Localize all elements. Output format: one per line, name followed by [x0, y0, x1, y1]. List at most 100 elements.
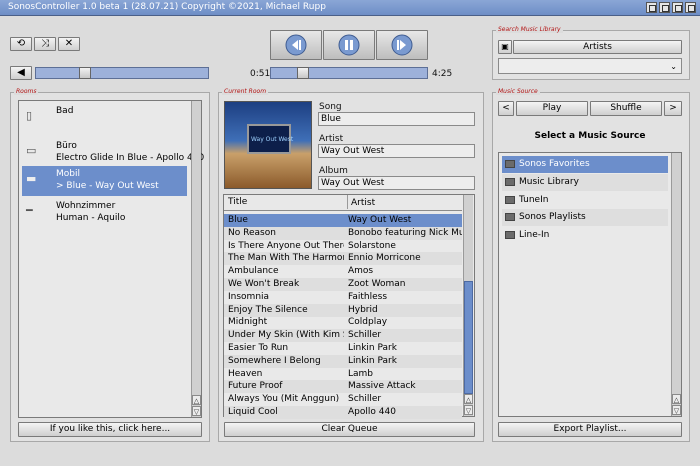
- previous-track-button[interactable]: [270, 30, 322, 60]
- source-item-label: Sonos Favorites: [519, 159, 590, 169]
- depth-icon[interactable]: [672, 2, 683, 13]
- folder-icon: [505, 231, 515, 239]
- queue-row[interactable]: The Man With The Harmonic Ennio Morricone: [224, 252, 462, 266]
- queue-row-artist: Linkin Park: [348, 343, 397, 353]
- zoom-icon[interactable]: [659, 2, 670, 13]
- queue-row[interactable]: Midnight Coldplay: [224, 316, 462, 329]
- queue-row-artist: Faithless: [348, 291, 388, 302]
- search-category-button[interactable]: Artists: [513, 40, 682, 54]
- queue-row-title: No Reason: [228, 227, 276, 238]
- clear-queue-button[interactable]: Clear Queue: [224, 422, 475, 437]
- room-item-wohnzimmer[interactable]: ━ Wohnzimmer Human - Aquilo: [22, 198, 187, 228]
- queue-row[interactable]: No Reason Bonobo featuring Nick Murp: [224, 226, 462, 240]
- source-item-label: Music Library: [519, 177, 579, 187]
- source-item-line-in[interactable]: Line-In: [502, 227, 668, 244]
- queue-table-header: Title Artist: [224, 195, 462, 211]
- room-item-buero[interactable]: ▭ Büro Electro Glide In Blue - Apollo 44…: [22, 138, 204, 168]
- queue-row[interactable]: Future Proof Massive Attack: [224, 380, 462, 394]
- queue-row[interactable]: Insomnia Faithless: [224, 291, 462, 304]
- queue-row[interactable]: Is There Anyone Out There Solarstone: [224, 240, 462, 253]
- queue-row-title: Insomnia: [228, 291, 270, 302]
- speaker-device-icon: ▬: [26, 172, 37, 185]
- scroll-down-icon[interactable]: ▽: [192, 406, 201, 416]
- track-position-slider[interactable]: [270, 67, 428, 79]
- queue-row[interactable]: Heaven Lamb: [224, 368, 462, 381]
- source-shuffle-button[interactable]: Shuffle: [590, 101, 662, 116]
- queue-row-title: Future Proof: [228, 381, 283, 392]
- source-prev-button[interactable]: <: [498, 101, 514, 116]
- scroll-down-icon[interactable]: ▽: [464, 405, 473, 415]
- queue-row[interactable]: Ambulance Amos: [224, 265, 462, 278]
- search-type-icon-button[interactable]: ▣: [498, 40, 512, 54]
- duration-time: 4:25: [432, 69, 453, 79]
- close-icon[interactable]: [685, 2, 696, 13]
- speaker-icon: ◀: [17, 67, 25, 78]
- queue-row[interactable]: Liquid Cool Apollo 440: [224, 406, 462, 419]
- folder-icon: [505, 178, 515, 186]
- repeat-icon: ⟲: [16, 38, 26, 49]
- room-name: Büro: [56, 141, 77, 151]
- queue-scroll-thumb[interactable]: [464, 281, 473, 394]
- source-item-label: Line-In: [519, 230, 550, 240]
- track-position-thumb[interactable]: [297, 67, 309, 79]
- export-playlist-button[interactable]: Export Playlist...: [498, 422, 682, 437]
- scroll-down-icon[interactable]: ▽: [672, 405, 681, 415]
- donate-button[interactable]: If you like this, click here...: [18, 422, 202, 437]
- room-now-playing: > Blue - Way Out West: [56, 181, 159, 191]
- next-track-icon: [391, 34, 413, 56]
- source-item-sonos-favorites[interactable]: Sonos Favorites: [502, 156, 668, 173]
- next-track-button[interactable]: [376, 30, 428, 60]
- queue-row-artist: Bonobo featuring Nick Murp: [348, 227, 462, 238]
- queue-row-artist: Linkin Park: [348, 355, 397, 366]
- shuffle-button[interactable]: ⤨: [34, 37, 56, 51]
- queue-row-title: Always You (Mit Anggun): [228, 394, 340, 405]
- room-name: Mobil: [56, 169, 80, 179]
- artist-column-header[interactable]: Artist: [347, 195, 375, 209]
- room-item-bad[interactable]: ▯ Bad: [22, 103, 187, 133]
- album-label: Album: [319, 166, 348, 176]
- speaker-device-icon: ▯: [26, 109, 33, 122]
- queue-row-title: We Won't Break: [228, 279, 300, 289]
- queue-row-artist: Schiller: [348, 394, 382, 405]
- queue-row[interactable]: Blue Way Out West: [224, 214, 462, 227]
- queue-row[interactable]: Enjoy The Silence Hybrid: [224, 303, 462, 317]
- pause-button[interactable]: [323, 30, 375, 60]
- volume-slider[interactable]: [35, 67, 209, 79]
- queue-row[interactable]: Under My Skin (With Kim Sa Schiller: [224, 329, 462, 343]
- source-item-tunein[interactable]: TuneIn: [502, 192, 668, 209]
- source-item-label: Sonos Playlists: [519, 212, 586, 222]
- artist-label: Artist: [319, 134, 344, 144]
- queue-row-artist: Lamb: [348, 368, 374, 379]
- rooms-panel-label: Rooms: [14, 88, 39, 95]
- source-item-music-library[interactable]: Music Library: [502, 174, 668, 191]
- album-art-screen: Way Out West: [247, 124, 293, 154]
- iconify-icon[interactable]: [646, 2, 657, 13]
- queue-row[interactable]: Somewhere I Belong Linkin Park: [224, 354, 462, 368]
- repeat-button[interactable]: ⟲: [10, 37, 32, 51]
- queue-row-title: The Man With The Harmonic: [228, 253, 344, 264]
- title-bar[interactable]: SonosController 1.0 beta 1 (28.07.21) Co…: [0, 0, 700, 16]
- title-column-header[interactable]: Title: [228, 197, 247, 207]
- source-item-sonos-playlists[interactable]: Sonos Playlists: [502, 209, 668, 226]
- queue-row[interactable]: Always You (Mit Anggun) Schiller: [224, 393, 462, 406]
- room-item-mobil[interactable]: ▬ Mobil > Blue - Way Out West: [22, 166, 187, 196]
- queue-row-artist: Way Out West: [348, 215, 412, 225]
- mute-button[interactable]: ◀: [10, 66, 32, 80]
- source-next-button[interactable]: >: [664, 101, 682, 116]
- queue-row-title: Under My Skin (With Kim Sa: [228, 330, 344, 341]
- queue-row-title: Is There Anyone Out There: [228, 240, 344, 251]
- scroll-up-icon[interactable]: △: [192, 395, 201, 405]
- source-play-button[interactable]: Play: [516, 101, 588, 116]
- song-field: Blue: [318, 112, 475, 126]
- queue-scrollbar[interactable]: △ ▽: [463, 195, 473, 416]
- scroll-up-icon[interactable]: △: [464, 394, 473, 404]
- queue-row[interactable]: Easier To Run Linkin Park: [224, 342, 462, 355]
- rooms-scrollbar[interactable]: △ ▽: [191, 101, 201, 417]
- queue-row[interactable]: We Won't Break Zoot Woman: [224, 278, 462, 291]
- crossfade-button[interactable]: ✕: [58, 37, 80, 51]
- scroll-up-icon[interactable]: △: [672, 394, 681, 404]
- volume-slider-thumb[interactable]: [79, 67, 91, 79]
- room-now-playing: Electro Glide In Blue - Apollo 440: [56, 153, 205, 163]
- music-source-scrollbar[interactable]: △ ▽: [671, 153, 681, 416]
- search-dropdown[interactable]: ⌄: [498, 58, 682, 74]
